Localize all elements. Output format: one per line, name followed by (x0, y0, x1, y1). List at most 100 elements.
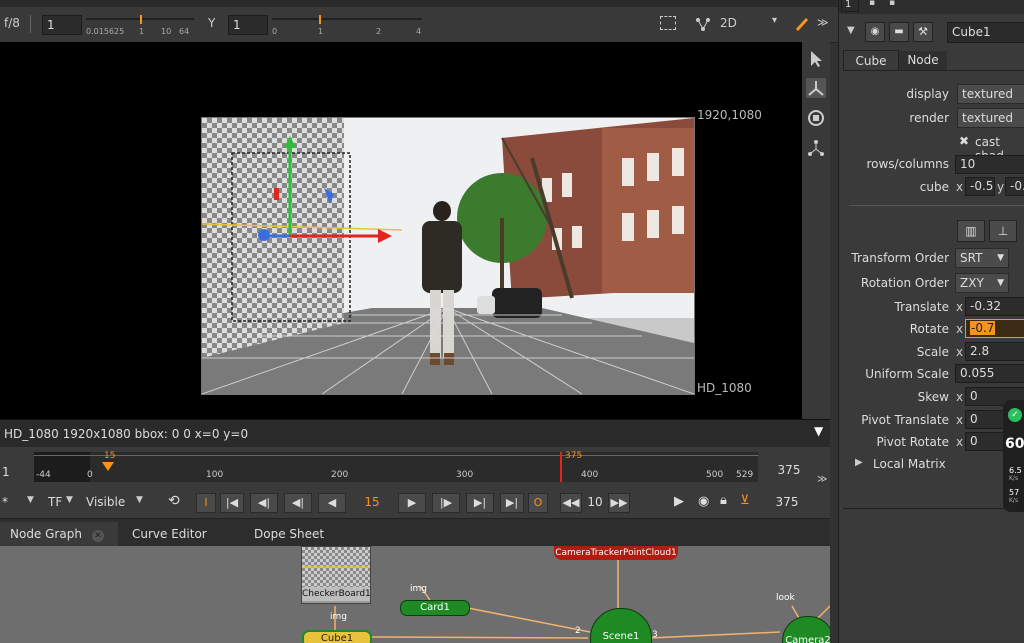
rows-columns-input[interactable]: 10 (955, 155, 1024, 174)
gain-slider[interactable]: 0.015625 1 10 64 (86, 15, 194, 36)
tab-node-graph[interactable]: Node Graph ✕ (0, 522, 118, 546)
display-dropdown[interactable]: textured (957, 84, 1024, 104)
tab-node[interactable]: Node (899, 51, 947, 70)
timeline-tick: 200 (331, 470, 349, 480)
timeline[interactable]: 1 375 15 -44 0 100 200 300 400 500 529 3… (0, 447, 830, 489)
gamma-input[interactable]: 1 (228, 15, 268, 35)
playback-controls: * ▼ TF ▼ Visible ▼ ⟲ I |◀ ◀| ◀| ◀ 15 ▶ |… (0, 489, 830, 519)
tab-dope-sheet[interactable]: Dope Sheet✕ (244, 522, 356, 566)
axis-gizmo-icon[interactable]: ⊥ (989, 220, 1017, 242)
roi-icon[interactable] (660, 16, 676, 30)
checkbox-checked-icon[interactable]: ✖ (959, 134, 969, 148)
timeline-tick: 529 (736, 470, 754, 480)
flipbook-icon[interactable]: ▶ (674, 494, 684, 509)
playhead-marker[interactable] (102, 462, 114, 472)
pin-icon[interactable]: ▪ (869, 0, 875, 8)
pivot-translate-x-input[interactable]: 0 (965, 410, 1005, 429)
viewer-image[interactable] (201, 117, 695, 395)
float-icon[interactable]: ▪ (889, 0, 895, 8)
node-name-field[interactable]: Cube1 (947, 22, 1024, 43)
play-forward-icon[interactable]: ▶ (398, 493, 426, 513)
timeline-end-field[interactable]: 375 (762, 459, 812, 481)
node-card[interactable]: Card1 (400, 600, 470, 616)
wrench-icon[interactable]: ⚒ (913, 22, 933, 42)
step-forward-icon[interactable]: |▶ (432, 493, 460, 513)
first-frame-icon[interactable]: |◀ (220, 493, 244, 513)
gain-input[interactable]: 1 (42, 15, 82, 35)
node-color-icon[interactable]: ▬ (889, 22, 909, 42)
step-back-icon[interactable]: ◀| (284, 493, 312, 513)
timeline-current-label: 15 (104, 451, 116, 461)
tab-curve-editor[interactable]: Curve Editor✕ (122, 522, 238, 566)
cube-x-input[interactable]: -0.5 (965, 177, 995, 196)
node-connections (334, 560, 830, 639)
scale-x-input[interactable]: 2.8 (965, 342, 1024, 361)
tf-dropdown[interactable]: TF (48, 495, 62, 509)
collapse-triangle-icon[interactable]: ▼ (847, 25, 855, 36)
transform-handles-icon[interactable] (692, 14, 714, 34)
frame-step-field[interactable]: 10 (584, 495, 606, 509)
chevron-down-icon: ▼ (997, 253, 1004, 263)
color-picker-icon[interactable] (795, 16, 809, 32)
fps-dropdown-fragment[interactable]: * (2, 495, 8, 509)
node-input-label: 3 (652, 630, 658, 640)
object-icon[interactable]: ▥ (957, 220, 985, 242)
chevron-double-down-icon[interactable]: ≫ (817, 474, 827, 485)
chevron-down-icon[interactable]: ▼ (136, 495, 143, 505)
out-point-button[interactable]: O (528, 493, 548, 513)
separator (30, 15, 39, 33)
node-camera-tracker[interactable]: CameraTrackerPointCloud1 (554, 546, 678, 560)
chevron-down-icon[interactable]: ▼ (27, 495, 34, 505)
node-graph[interactable]: CameraTrackerPointCloud1 CheckerBoard1 i… (0, 546, 830, 643)
pivot-icon[interactable] (806, 138, 826, 158)
move-3d-icon[interactable] (806, 78, 826, 98)
section-divider (849, 205, 1024, 206)
in-point-button[interactable]: I (196, 493, 216, 513)
rotate-x-input[interactable]: -0.7 (965, 319, 1024, 338)
select-arrow-icon[interactable] (808, 50, 824, 68)
node-circle-icon[interactable]: ◉ (865, 22, 885, 42)
next-keyframe-icon[interactable]: ▶| (466, 493, 494, 513)
chevron-down-icon[interactable]: ▾ (772, 15, 777, 26)
network-monitor-widget[interactable]: ✓ 60 6.5 K/s 57 K/s (1003, 400, 1024, 512)
fstop-label[interactable]: f/8 (4, 16, 20, 30)
range-icon[interactable]: ⊻ (740, 493, 750, 508)
record-icon[interactable]: ◉ (698, 494, 709, 509)
skip-back-icon[interactable]: ◀◀ (560, 493, 582, 513)
axis-y-label: y (997, 180, 1005, 194)
gamma-slider[interactable]: 0 1 2 4 (272, 15, 422, 36)
transform-order-dropdown[interactable]: SRT ▼ (955, 248, 1009, 268)
close-icon[interactable]: ✕ (91, 530, 104, 542)
prev-keyframe-icon[interactable]: ◀| (250, 493, 278, 513)
loop-icon[interactable]: ⟲ (168, 493, 180, 509)
current-frame[interactable]: 15 (350, 495, 394, 509)
expand-triangle-icon[interactable]: ▶ (855, 457, 863, 468)
viewer-toolbar: f/8 1 0.015625 1 10 64 Y 1 0 1 2 4 2D ▾ … (0, 7, 838, 43)
chevron-down-icon[interactable]: ▼ (66, 495, 73, 505)
lock-icon[interactable]: 🔒︎ (720, 493, 727, 508)
timeline-out-marker[interactable] (560, 452, 562, 482)
playback-end-field[interactable]: 375 (762, 495, 812, 509)
chevron-double-down-icon[interactable]: ≫ (817, 16, 829, 29)
uniform-scale-input[interactable]: 0.055 (955, 364, 1024, 383)
play-backward-icon[interactable]: ◀ (318, 493, 346, 513)
node-checkerboard[interactable]: CheckerBoard1 (301, 546, 371, 604)
translate-x-input[interactable]: -0.32 (965, 297, 1024, 316)
pivot-rotate-x-input[interactable]: 0 (965, 432, 1005, 451)
selected-text: -0.7 (970, 321, 996, 335)
caret-down-icon[interactable]: ▼ (814, 424, 823, 438)
node-cube[interactable]: Cube1 (302, 630, 372, 643)
view-mode-dropdown[interactable]: 2D (720, 16, 737, 30)
tab-cube[interactable]: Cube (843, 50, 899, 71)
properties-count-field[interactable]: 1 (841, 0, 859, 12)
render-dropdown[interactable]: textured (957, 108, 1024, 128)
last-frame-icon[interactable]: ▶| (500, 493, 524, 513)
skip-forward-icon[interactable]: ▶▶ (608, 493, 630, 513)
timeline-track[interactable]: 375 15 -44 0 100 200 300 400 500 529 (34, 451, 758, 482)
timeline-out-label: 375 (565, 451, 583, 461)
rotate-icon[interactable] (806, 108, 826, 128)
cube-y-input[interactable]: -0. (1005, 177, 1024, 196)
rotation-order-dropdown[interactable]: ZXY ▼ (955, 273, 1009, 293)
local-matrix-label[interactable]: Local Matrix (873, 457, 946, 471)
visible-dropdown[interactable]: Visible (86, 495, 125, 509)
